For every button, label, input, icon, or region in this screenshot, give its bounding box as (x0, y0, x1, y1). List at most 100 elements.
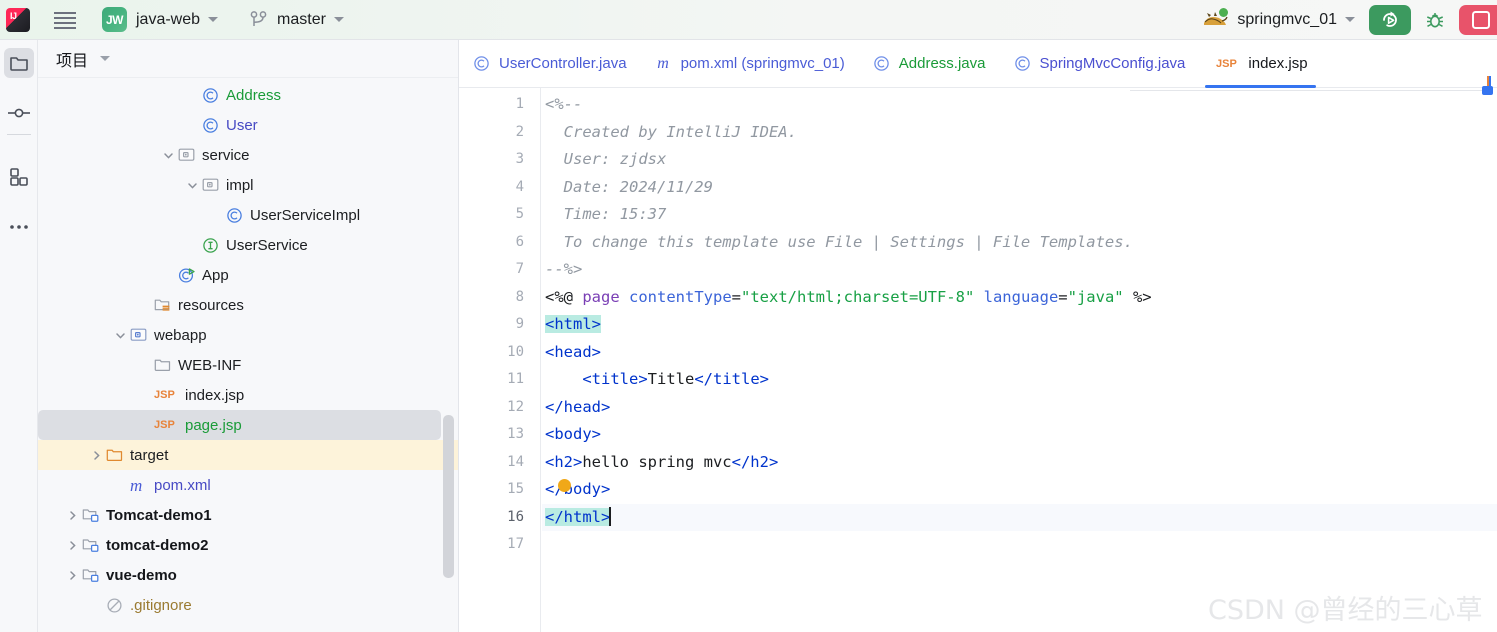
tree-node-app[interactable]: App (38, 260, 458, 290)
tomcat-cat-icon (1202, 7, 1229, 30)
hamburger-menu-icon[interactable] (52, 7, 78, 33)
project-tree[interactable]: Address User service impl UserServiceImpl Use… (38, 80, 458, 632)
code-line-8[interactable]: <%@ page contentType="text/html;charset=… (542, 284, 1497, 312)
run-configuration-selector[interactable]: springmvc_01 (1202, 7, 1355, 30)
editor-code-area[interactable]: <%-- Created by IntelliJ IDEA. User: zjd… (542, 88, 1497, 632)
tree-node-tomcat-demo1[interactable]: Tomcat-demo1 (38, 500, 458, 530)
debug-button[interactable] (1419, 5, 1451, 35)
sidebar-item-project[interactable] (4, 48, 34, 78)
java-class-icon (226, 207, 243, 224)
intention-bulb-icon[interactable] (558, 479, 571, 492)
project-selector[interactable]: JW java-web (102, 7, 219, 32)
project-panel-header[interactable]: 项目 (38, 40, 458, 78)
tree-node-label: Tomcat-demo1 (106, 506, 212, 524)
tree-node-address[interactable]: Address (38, 80, 458, 110)
chevron-right-icon[interactable] (90, 449, 103, 462)
chevron-right-icon[interactable] (66, 509, 79, 522)
tree-node-tomcat-demo2[interactable]: tomcat-demo2 (38, 530, 458, 560)
project-name-label: java-web (136, 10, 201, 28)
tree-node-userserviceimpl[interactable]: UserServiceImpl (38, 200, 458, 230)
stop-button[interactable] (1459, 4, 1497, 35)
chevron-down-icon[interactable] (186, 179, 199, 192)
editor-tab-label: index.jsp (1248, 55, 1308, 72)
excluded-folder-icon (106, 447, 123, 464)
code-line-4[interactable]: Date: 2024/11/29 (542, 174, 1497, 202)
code-token: hello spring mvc (582, 452, 732, 471)
run-button[interactable] (1369, 4, 1411, 35)
scrollbar-marker[interactable] (1482, 86, 1493, 95)
tree-node-vue-demo[interactable]: vue-demo (38, 560, 458, 590)
chevron-right-icon[interactable] (66, 539, 79, 552)
code-line-9[interactable]: <html> (542, 311, 1497, 339)
code-line-2[interactable]: Created by IntelliJ IDEA. (542, 119, 1497, 147)
code-line-13[interactable]: <body> (542, 421, 1497, 449)
code-line-12[interactable]: </head> (542, 394, 1497, 422)
code-line-7[interactable]: --%> (542, 256, 1497, 284)
chevron-down-icon (1345, 17, 1355, 22)
code-token: "java" (1067, 287, 1124, 306)
chevron-down-icon[interactable] (100, 56, 111, 61)
code-line-5[interactable]: Time: 15:37 (542, 201, 1497, 229)
code-line-14[interactable]: <h2>hello spring mvc</h2> (542, 449, 1497, 477)
tree-node-label: tomcat-demo2 (106, 536, 209, 554)
left-tool-rail (0, 40, 38, 632)
code-token: <body> (545, 425, 601, 443)
code-token: <%@ (545, 287, 583, 306)
editor-tab-address-java[interactable]: Address.java (859, 40, 1000, 88)
tree-node-index-jsp[interactable]: JSP index.jsp (38, 380, 458, 410)
tree-node--gitignore[interactable]: .gitignore (38, 590, 458, 620)
chevron-down-icon[interactable] (114, 329, 127, 342)
project-tree-scrollbar[interactable] (443, 415, 454, 578)
editor-area: UserController.java m pom.xml (springmvc_0… (459, 40, 1497, 632)
sidebar-item-structure[interactable] (4, 162, 34, 192)
run-config-name-label: springmvc_01 (1237, 10, 1337, 28)
maven-file-icon: m (130, 475, 143, 495)
code-token: Created by IntelliJ IDEA. (545, 122, 797, 141)
sidebar-item-more[interactable] (4, 212, 34, 242)
editor-tab-springmvcconfig-java[interactable]: SpringMvcConfig.java (1000, 40, 1200, 88)
code-token: </title> (694, 370, 769, 388)
code-line-11[interactable]: <title>Title</title> (542, 366, 1497, 394)
tree-node-page-jsp[interactable]: JSP page.jsp (38, 410, 441, 440)
code-token: </body> (545, 480, 611, 498)
branch-name-label: master (277, 10, 326, 28)
code-line-16[interactable]: </html> (542, 503, 1497, 531)
editor-tab-usercontroller-java[interactable]: UserController.java (459, 40, 641, 88)
code-token: --%> (545, 260, 583, 278)
tree-node-pom-xml[interactable]: m pom.xml (38, 470, 458, 500)
tree-node-web-inf[interactable]: WEB-INF (38, 350, 458, 380)
editor-gutter[interactable]: 1 2 3 4 5 6 7 8 9 10 11 12 13 14 15 16 17 (459, 88, 541, 632)
editor-tab-label: Address.java (898, 55, 986, 72)
editor-tab-index-jsp[interactable]: JSP index.jsp (1199, 40, 1321, 88)
code-line-1[interactable]: <%-- (542, 91, 1497, 119)
code-line-17[interactable] (542, 531, 1497, 559)
java-interface-icon (202, 237, 219, 254)
code-token: <html> (545, 315, 601, 333)
tree-node-resources[interactable]: resources (38, 290, 458, 320)
editor-tab-pom-xml-springmvc-01-[interactable]: m pom.xml (springmvc_01) (641, 40, 859, 88)
tree-node-target[interactable]: target (38, 440, 458, 470)
commit-node-icon (8, 108, 30, 118)
chevron-down-icon[interactable] (162, 149, 175, 162)
tree-node-service[interactable]: service (38, 140, 458, 170)
tree-node-label: pom.xml (154, 476, 211, 494)
line-number: 3 (515, 151, 524, 167)
run-icon (1383, 11, 1397, 27)
code-line-10[interactable]: <head> (542, 339, 1497, 367)
tree-node-impl[interactable]: impl (38, 170, 458, 200)
tree-node-webapp[interactable]: webapp (38, 320, 458, 350)
code-line-15[interactable]: </body> (542, 476, 1497, 504)
code-token: Title (647, 370, 695, 388)
git-branch-selector[interactable]: master (250, 10, 344, 30)
sidebar-item-commit[interactable] (4, 98, 34, 128)
code-line-3[interactable]: User: zjdsx (542, 146, 1497, 174)
code-token: <%-- (545, 95, 583, 113)
package-folder-icon (202, 177, 219, 194)
line-number: 16 (507, 508, 524, 525)
chevron-right-icon[interactable] (66, 569, 79, 582)
code-token: %> (1123, 287, 1152, 306)
tree-node-userservice[interactable]: UserService (38, 230, 458, 260)
tree-node-label: webapp (154, 326, 207, 344)
code-line-6[interactable]: To change this template use File | Setti… (542, 229, 1497, 257)
tree-node-user[interactable]: User (38, 110, 458, 140)
